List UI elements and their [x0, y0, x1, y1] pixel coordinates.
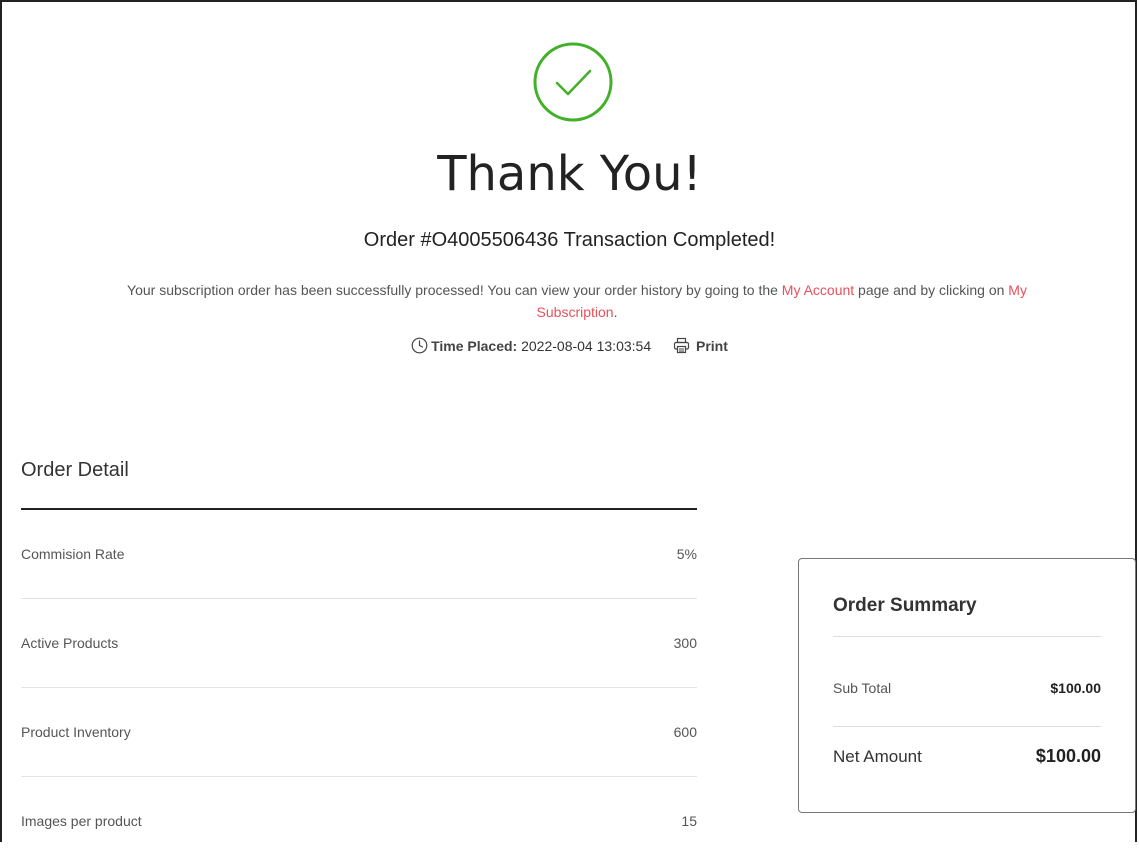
message-text-3: .	[614, 304, 618, 320]
net-amount-label: Net Amount	[833, 747, 922, 767]
detail-row-value: 5%	[677, 546, 697, 562]
detail-row-images-per-product: Images per product 15	[21, 777, 697, 866]
detail-row-label: Active Products	[21, 635, 118, 651]
printer-icon	[673, 337, 690, 354]
time-placed-value: 2022-08-04 13:03:54	[521, 338, 651, 354]
order-meta: Time Placed: 2022-08-04 13:03:54 Print	[0, 337, 1139, 354]
detail-row-value: 15	[681, 813, 697, 829]
time-placed-label: Time Placed:	[431, 338, 517, 354]
detail-row-value: 300	[674, 635, 697, 651]
check-circle-icon	[533, 42, 613, 122]
order-suffix: Transaction Completed!	[558, 229, 775, 251]
my-account-link[interactable]: My Account	[782, 282, 854, 298]
detail-row-label: Product Inventory	[21, 724, 131, 740]
clock-icon	[411, 337, 428, 354]
sub-total-label: Sub Total	[833, 680, 891, 696]
net-amount-value: $100.00	[1036, 746, 1101, 767]
summary-divider	[833, 636, 1101, 637]
order-summary-card: Order Summary Sub Total $100.00 Net Amou…	[798, 558, 1136, 813]
detail-row-label: Images per product	[21, 813, 142, 829]
print-button[interactable]: Print	[673, 338, 728, 354]
detail-row-label: Commision Rate	[21, 546, 124, 562]
message-text-2: page and by clicking on	[854, 282, 1008, 298]
detail-row-active-products: Active Products 300	[21, 599, 697, 688]
confirmation-message: Your subscription order has been success…	[120, 279, 1034, 323]
sub-total-value: $100.00	[1050, 680, 1101, 696]
summary-divider	[833, 726, 1101, 727]
print-label: Print	[696, 338, 728, 354]
message-text-1: Your subscription order has been success…	[127, 282, 782, 298]
detail-row-value: 600	[674, 724, 697, 740]
detail-row-product-inventory: Product Inventory 600	[21, 688, 697, 777]
page-title: Thank You!	[0, 146, 1139, 202]
order-prefix: Order #	[364, 229, 432, 251]
order-status: Order #O4005506436 Transaction Completed…	[0, 229, 1139, 252]
order-detail-title: Order Detail	[21, 459, 129, 482]
detail-row-commission-rate: Commision Rate 5%	[21, 510, 697, 599]
order-summary-title: Order Summary	[833, 595, 977, 617]
order-number: O4005506436	[432, 229, 559, 251]
